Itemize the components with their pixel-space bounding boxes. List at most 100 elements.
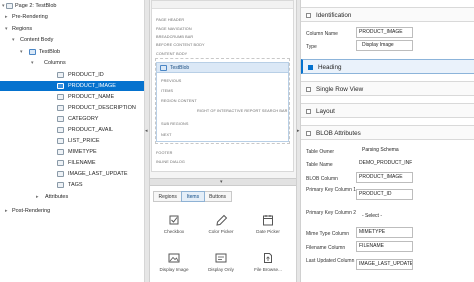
type-value: Display Image — [362, 42, 394, 48]
tree-node-column[interactable]: CATEGORY — [0, 114, 144, 125]
collapse-right-icon[interactable]: ▸ — [297, 128, 300, 134]
collapse-arrow-icon[interactable]: ▾ — [12, 35, 15, 46]
tree-node-label: Page 2: TestBlob — [15, 3, 57, 9]
slot-footer[interactable]: FOOTER — [156, 151, 172, 155]
collapse-arrow-icon[interactable]: ▾ — [5, 24, 8, 35]
tree-node-post-rendering[interactable]: ▸ Post-Rendering — [0, 206, 144, 217]
gallery-splitter[interactable]: ▾ — [150, 178, 296, 186]
date-picker-icon — [261, 214, 275, 226]
tree-node-column[interactable]: FILENAME — [0, 158, 144, 169]
column-name-field[interactable]: PRODUCT_IMAGE — [356, 27, 413, 38]
tree-node-column[interactable]: PRODUCT_DESCRIPTION — [0, 103, 144, 114]
blob-column-label: BLOB Column — [306, 176, 338, 182]
tree-node-column[interactable]: PRODUCT_NAME — [0, 92, 144, 103]
expand-arrow-icon[interactable]: ▸ — [5, 12, 8, 23]
tree-node-column[interactable]: MIMETYPE — [0, 147, 144, 158]
tree-node-label: PRODUCT_DESCRIPTION — [68, 104, 136, 111]
tree-node-content-body[interactable]: ▾ Content Body — [0, 35, 144, 46]
tree-node-column[interactable]: LIST_PRICE — [0, 136, 144, 147]
collapse-arrow-icon[interactable]: ▾ — [2, 1, 5, 12]
collapse-left-icon[interactable]: ◂ — [145, 128, 148, 134]
type-label: Type — [306, 44, 317, 50]
tree-node-label: Regions — [12, 25, 33, 32]
expand-arrow-icon[interactable]: ▸ — [36, 192, 39, 203]
column-icon — [57, 115, 64, 122]
region-testblob[interactable]: TestBlob PREVIOUS ITEMS REGION CONTENT R… — [156, 62, 289, 142]
section-title: Heading — [318, 64, 342, 71]
tree-node-pre-rendering[interactable]: ▸ Pre-Rendering — [0, 12, 144, 23]
gallery-item-checkbox[interactable]: Checkbox — [152, 214, 196, 234]
tab-buttons[interactable]: Buttons — [203, 191, 232, 202]
slot-right-of-search-bar[interactable]: RIGHT OF INTERACTIVE REPORT SEARCH BAR — [197, 109, 288, 113]
region-title-bar[interactable]: TestBlob — [157, 63, 288, 73]
slot-previous[interactable]: PREVIOUS — [161, 79, 181, 83]
slot-page-navigation[interactable]: PAGE NAVIGATION — [156, 27, 192, 31]
section-toggle-icon[interactable] — [306, 13, 311, 18]
tree-node-page[interactable]: ▾ Page 2: TestBlob — [0, 1, 144, 12]
gallery-item-file-browse[interactable]: File Browse... — [246, 252, 290, 272]
tree-node-columns[interactable]: ▾ Columns — [0, 58, 144, 69]
tree-node-column[interactable]: PRODUCT_AVAIL — [0, 125, 144, 136]
tree-node-regions[interactable]: ▾ Regions — [0, 24, 144, 35]
collapse-arrow-icon[interactable]: ▾ — [20, 47, 23, 58]
slot-items[interactable]: ITEMS — [161, 89, 173, 93]
tree-node-attributes[interactable]: ▸ Attributes — [0, 192, 144, 203]
table-name-label: Table Name — [306, 162, 333, 168]
tree-node-label: TestBlob — [39, 48, 61, 55]
section-toggle-icon[interactable] — [308, 65, 313, 70]
primary-key-2-select[interactable]: - Select - — [356, 211, 413, 222]
tree-node-column[interactable]: TAGS — [0, 180, 144, 191]
slot-page-header[interactable]: PAGE HEADER — [156, 18, 184, 22]
last-updated-column-field[interactable]: IMAGE_LAST_UPDATE — [356, 259, 413, 270]
section-blob-attributes[interactable]: BLOB Attributes — [301, 125, 474, 140]
filename-column-field[interactable]: FILENAME — [356, 241, 413, 252]
tree-node-region-testblob[interactable]: ▾ TestBlob — [0, 47, 144, 58]
section-toggle-icon[interactable] — [306, 87, 311, 92]
column-icon — [57, 137, 64, 144]
table-owner-label: Table Owner — [306, 149, 335, 155]
gallery-tabs: Regions Items Buttons — [153, 191, 232, 202]
tree-node-label: MIMETYPE — [68, 148, 97, 155]
primary-key-2-label: Primary Key Column 2 — [306, 210, 357, 216]
slot-region-content[interactable]: REGION CONTENT — [161, 99, 197, 103]
tree-node-label: Attributes — [45, 194, 69, 200]
region-icon — [160, 65, 167, 71]
section-identification[interactable]: Identification — [301, 7, 474, 22]
tab-items[interactable]: Items — [181, 191, 205, 202]
section-layout[interactable]: Layout — [301, 103, 474, 118]
gallery-item-display-only[interactable]: Display Only — [199, 252, 243, 272]
primary-key-1-field[interactable]: PRODUCT_ID — [356, 189, 413, 200]
section-toggle-icon[interactable] — [306, 109, 311, 114]
gallery-item-date-picker[interactable]: Date Picker — [246, 214, 290, 234]
section-single-row-view[interactable]: Single Row View — [301, 81, 474, 96]
gallery-item-color-picker[interactable]: Color Picker — [199, 214, 243, 234]
mime-type-column-field[interactable]: MIMETYPE — [356, 227, 413, 238]
collapse-arrow-icon[interactable]: ▾ — [31, 58, 34, 69]
tab-regions[interactable]: Regions — [153, 191, 183, 202]
slot-inline-dialog[interactable]: INLINE DIALOG — [156, 160, 185, 164]
display-only-icon — [214, 252, 228, 264]
expand-arrow-icon[interactable]: ▸ — [5, 206, 8, 217]
blob-column-field[interactable]: PRODUCT_IMAGE — [356, 172, 413, 183]
table-name-field[interactable]: DEMO_PRODUCT_INFO — [356, 158, 413, 169]
slot-breadcrumb-bar[interactable]: BREADCRUMB BAR — [156, 35, 193, 39]
slot-before-content-body[interactable]: BEFORE CONTENT BODY — [156, 43, 205, 47]
section-heading[interactable]: Heading — [301, 59, 474, 74]
tree-node-column[interactable]: IMAGE_LAST_UPDATE — [0, 169, 144, 180]
tree-node-column-selected[interactable]: PRODUCT_IMAGE — [0, 80, 144, 91]
collapse-down-icon[interactable]: ▾ — [220, 179, 223, 186]
section-toggle-icon[interactable] — [306, 131, 311, 136]
slot-content-body[interactable]: CONTENT BODY — [156, 52, 187, 56]
gallery-item-label: Checkbox — [163, 229, 185, 234]
table-owner-select[interactable]: Parsing Schema — [356, 145, 413, 156]
gallery-panel: Regions Items Buttons Checkbox Color Pic… — [150, 186, 296, 282]
tree-node-label: LIST_PRICE — [68, 137, 100, 144]
gallery-item-display-image[interactable]: Display Image — [152, 252, 196, 272]
section-title: Single Row View — [316, 86, 364, 93]
type-select[interactable]: Display Image — [356, 40, 413, 51]
column-icon — [57, 82, 64, 89]
slot-sub-regions[interactable]: SUB REGIONS — [161, 122, 188, 126]
section-title: Identification — [316, 12, 352, 19]
slot-next[interactable]: NEXT — [161, 133, 172, 137]
tree-node-column[interactable]: PRODUCT_ID — [0, 70, 144, 81]
